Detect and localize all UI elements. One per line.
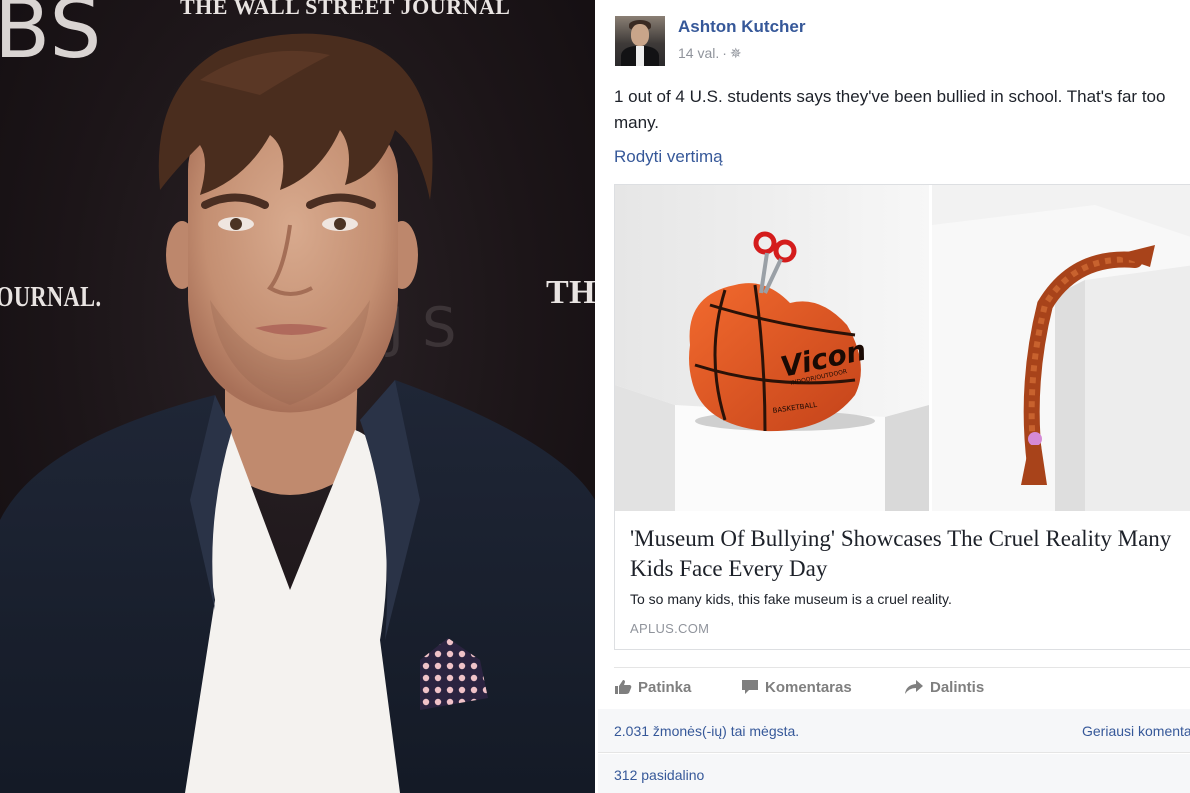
link-preview-image[interactable]: Vicon INDOOR/OUTDOOR BASKETBALL (615, 185, 1190, 511)
likes-summary: 2.031 žmonės(-ių) tai mėgsta. Geriausi k… (598, 709, 1190, 753)
shares-count-link[interactable]: 312 pasidalino (614, 767, 704, 783)
author-name-link[interactable]: Ashton Kutcher (678, 17, 806, 37)
post-action-bar: Patinka Komentaras Dalintis (614, 667, 1190, 709)
link-preview-card[interactable]: Vicon INDOOR/OUTDOOR BASKETBALL 'Museum … (614, 184, 1190, 650)
like-button[interactable]: Patinka (614, 679, 691, 696)
avatar[interactable] (615, 16, 665, 66)
post-text-line: 1 out of 4 U.S. students says they've be… (614, 87, 1166, 106)
share-button[interactable]: Dalintis (904, 679, 984, 696)
see-translation-link[interactable]: Rodyti vertimą (614, 147, 723, 167)
link-preview-description: To so many kids, this fake museum is a c… (630, 591, 952, 607)
meta-separator: · (722, 45, 727, 61)
post-text: 1 out of 4 U.S. students says they've be… (614, 84, 1190, 136)
share-label: Dalintis (930, 679, 985, 696)
comment-icon (742, 680, 758, 694)
shares-summary: 312 pasidalino (598, 754, 1190, 793)
link-preview-title[interactable]: 'Museum Of Bullying' Showcases The Cruel… (630, 524, 1190, 584)
globe-icon[interactable]: ✵ (730, 45, 742, 61)
link-preview-source: APLUS.COM (630, 621, 710, 636)
post-timestamp[interactable]: 14 val. (678, 45, 719, 61)
post-meta: 14 val. · ✵ (678, 45, 742, 62)
portrait-illustration (0, 33, 595, 793)
comment-label: Komentaras (765, 679, 852, 696)
post-text-line: many. (614, 113, 660, 132)
likes-count-link[interactable]: 2.031 žmonės(-ių) tai mėgsta. (614, 723, 799, 739)
like-label: Patinka (638, 679, 692, 696)
museum-exhibit-illustration: Vicon INDOOR/OUTDOOR BASKETBALL (615, 185, 1190, 511)
celebrity-photo: BS THE WALL STREET JOURNAL OURNAL. THE J… (0, 0, 595, 793)
facebook-post: Ashton Kutcher 14 val. · ✵ 1 out of 4 U.S.… (598, 0, 1190, 793)
share-icon (905, 680, 923, 694)
comment-button[interactable]: Komentaras (741, 679, 852, 696)
top-comments-selector[interactable]: Geriausi komentarai (1082, 723, 1190, 739)
thumbs-up-icon (615, 680, 632, 694)
